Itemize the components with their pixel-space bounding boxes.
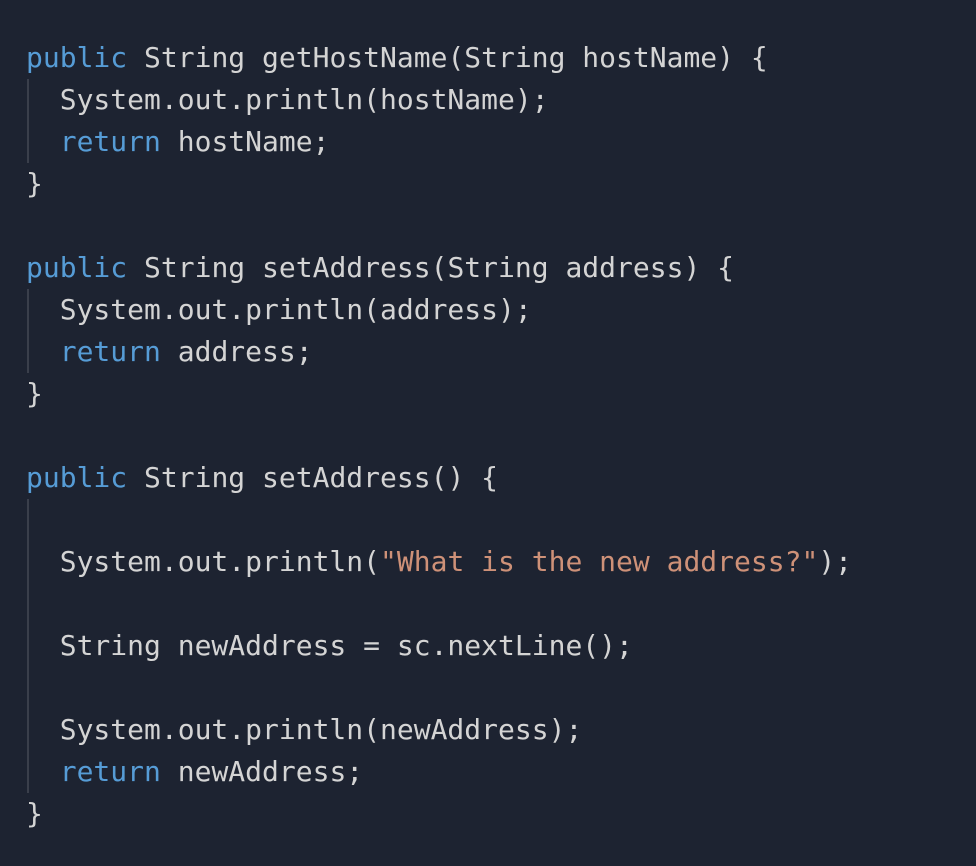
code-line: String newAddress = sc.nextLine(); — [26, 625, 852, 667]
code-line: } — [26, 793, 852, 835]
code-token: newAddress; — [160, 755, 364, 788]
code-token: String setAddress(String address) { — [127, 251, 735, 284]
code-line: return newAddress; — [26, 751, 852, 793]
code-line: public String getHostName(String hostNam… — [26, 37, 852, 79]
indent-guide — [27, 583, 29, 625]
code-token: System.out.println( — [26, 545, 381, 578]
keyword-token: return — [59, 125, 161, 158]
code-line: System.out.println(newAddress); — [26, 709, 852, 751]
code-block: public String getHostName(String hostNam… — [26, 37, 852, 835]
indent-guide — [27, 625, 29, 667]
indent-guide — [27, 751, 29, 793]
code-line: public String setAddress() { — [26, 457, 852, 499]
code-line: return address; — [26, 331, 852, 373]
indent-guide — [27, 289, 29, 331]
code-token: ); — [818, 545, 853, 578]
code-token: String getHostName(String hostName) { — [127, 41, 768, 74]
keyword-token: public — [26, 461, 128, 494]
code-token: String setAddress() { — [127, 461, 499, 494]
code-token: System.out.println(address); — [26, 293, 532, 326]
indent-guide — [27, 667, 29, 709]
code-line: return hostName; — [26, 121, 852, 163]
code-token: System.out.println(newAddress); — [26, 713, 583, 746]
indent-guide — [27, 709, 29, 751]
code-line: public String setAddress(String address)… — [26, 247, 852, 289]
keyword-token: public — [26, 41, 128, 74]
indent-guide — [27, 331, 29, 373]
indent-guide — [27, 121, 29, 163]
code-line — [26, 583, 852, 625]
indent-guide — [27, 79, 29, 121]
code-token: } — [26, 797, 43, 830]
code-line: System.out.println(hostName); — [26, 79, 852, 121]
indent-guide — [27, 499, 29, 541]
code-token: hostName; — [160, 125, 330, 158]
code-line: System.out.println("What is the new addr… — [26, 541, 852, 583]
code-line: System.out.println(address); — [26, 289, 852, 331]
indent-guide — [27, 541, 29, 583]
code-token: } — [26, 377, 43, 410]
keyword-token: return — [59, 755, 161, 788]
keyword-token: public — [26, 251, 128, 284]
code-token: address; — [160, 335, 313, 368]
code-line — [26, 499, 852, 541]
keyword-token: return — [59, 335, 161, 368]
code-token: } — [26, 167, 43, 200]
code-token: String newAddress = sc.nextLine(); — [26, 629, 633, 662]
code-line — [26, 667, 852, 709]
code-token: System.out.println(hostName); — [26, 83, 549, 116]
string-literal-token: "What is the new address?" — [380, 545, 819, 578]
code-line: } — [26, 163, 852, 205]
code-line: } — [26, 373, 852, 415]
